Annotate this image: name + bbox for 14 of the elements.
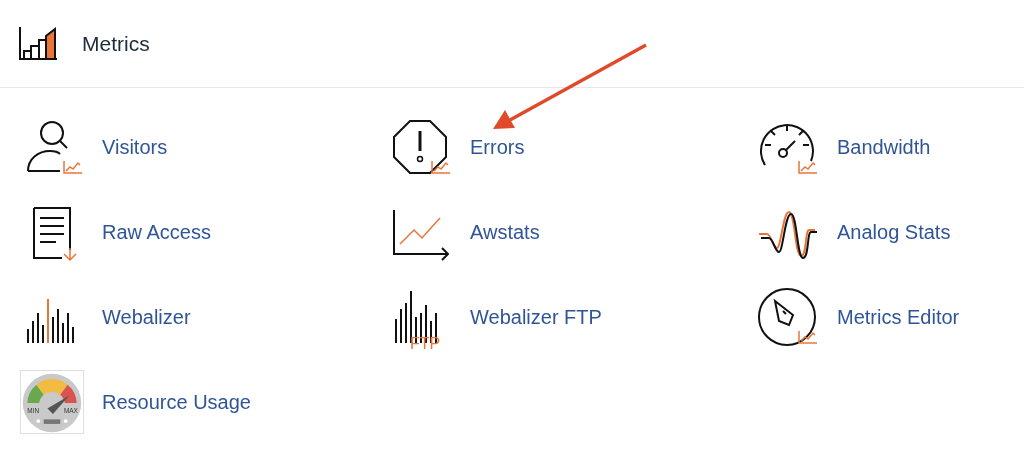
metrics-link[interactable]: Analog Stats bbox=[837, 216, 951, 247]
metrics-link[interactable]: Bandwidth bbox=[837, 131, 931, 162]
metrics-link[interactable]: Metrics Editor bbox=[837, 301, 960, 332]
gauge-drawing bbox=[20, 369, 84, 434]
ftp-text: FTP bbox=[410, 334, 441, 349]
section-title: Metrics bbox=[82, 30, 150, 57]
metrics-link[interactable]: Awstats bbox=[470, 216, 540, 247]
metrics-link[interactable]: Webalizer bbox=[102, 301, 191, 332]
metrics-link[interactable]: Webalizer FTP bbox=[470, 301, 602, 332]
metrics-link[interactable]: Visitors bbox=[102, 131, 168, 162]
metrics-link[interactable]: Raw Access bbox=[102, 216, 211, 247]
bar-chart-icon bbox=[18, 26, 58, 61]
metrics-link[interactable]: Resource Usage bbox=[102, 386, 251, 417]
metrics-link[interactable]: Errors bbox=[470, 131, 525, 162]
